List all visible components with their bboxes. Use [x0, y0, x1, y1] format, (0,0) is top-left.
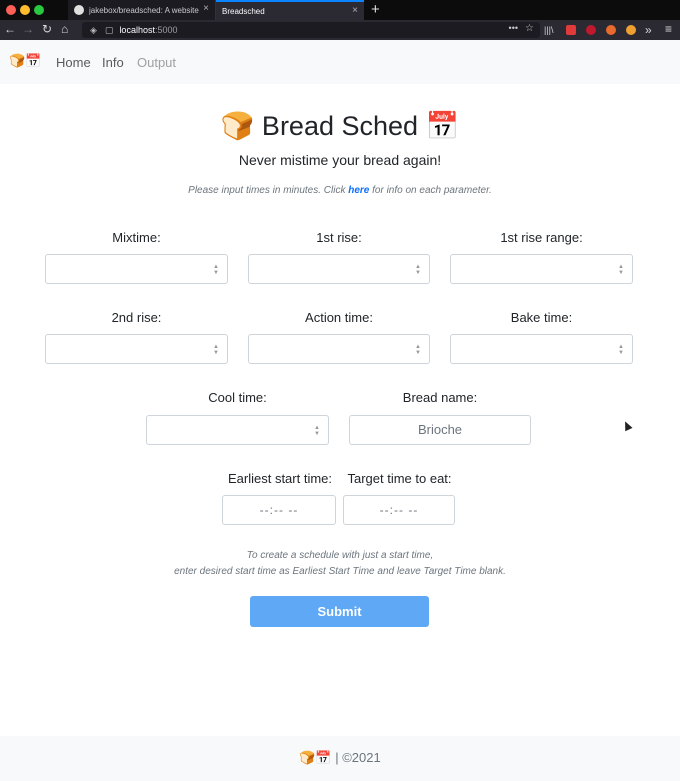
page-subtitle: Never mistime your bread again! — [238, 152, 442, 168]
spinner-icon[interactable]: ▲ ▼ — [618, 344, 624, 356]
bread-name-label: Bread name: — [402, 390, 478, 405]
tab-github-label: jakebox/breadsched: A website — [89, 5, 199, 15]
mixtime-label: Mixtime: — [112, 230, 161, 245]
first-rise-range-label: 1st rise range: — [500, 230, 583, 245]
hamburger-menu-icon[interactable]: ≡ — [665, 22, 672, 36]
target-time-label: Target time to eat: — [347, 471, 452, 486]
page-actions-icon[interactable]: ••• — [509, 23, 518, 33]
browser-toolbar: ← → ↻ ⌂ ◈ ▢ localhost:5000 ••• ☆ |||\ » … — [0, 20, 680, 40]
close-icon[interactable]: × — [352, 5, 358, 16]
instructions-pre: Please input times in minutes. Click — [188, 185, 349, 196]
shield-icon: ◈ — [90, 24, 97, 35]
site-footer: 🍞📅 | ©2021 — [0, 736, 680, 781]
info-link[interactable]: here — [348, 185, 369, 196]
window-close-dot[interactable] — [6, 5, 16, 15]
earliest-start-label: Earliest start time: — [227, 471, 333, 486]
spinner-icon[interactable]: ▲ ▼ — [415, 264, 421, 276]
library-icon[interactable]: |||\ — [544, 25, 554, 35]
window-maximize-dot[interactable] — [34, 5, 44, 15]
page-title: 🍞 Bread Sched 📅 — [220, 111, 460, 141]
mouse-cursor-icon — [621, 419, 633, 432]
new-tab-button[interactable]: + — [371, 1, 380, 18]
spinner-icon[interactable]: ▲ ▼ — [213, 344, 219, 356]
nav-link-home[interactable]: Home — [56, 55, 91, 70]
ublock-icon[interactable] — [586, 25, 596, 35]
first-rise-input[interactable]: ▲ ▼ — [248, 254, 430, 284]
schedule-note-line2: enter desired start time as Earliest Sta… — [174, 566, 506, 577]
github-icon — [74, 5, 84, 15]
action-time-label: Action time: — [305, 310, 373, 325]
site-navbar: 🍞📅 Home Info Output — [0, 40, 680, 84]
action-time-input[interactable]: ▲ ▼ — [248, 334, 430, 364]
cool-time-label: Cool time: — [208, 390, 267, 405]
earliest-start-input[interactable]: --:-- -- — [222, 495, 336, 525]
spinner-icon[interactable]: ▲ ▼ — [213, 264, 219, 276]
bake-time-input[interactable]: ▲ ▼ — [450, 334, 633, 364]
cool-time-input[interactable]: ▲ ▼ — [146, 415, 329, 445]
url-port: :5000 — [154, 25, 178, 35]
url-host: localhost — [119, 25, 155, 35]
target-time-input[interactable]: --:-- -- — [343, 495, 455, 525]
target-time-value: --:-- -- — [379, 503, 419, 517]
home-icon[interactable]: ⌂ — [61, 22, 68, 36]
back-icon[interactable]: ← — [4, 22, 16, 36]
spinner-icon[interactable]: ▲ ▼ — [314, 425, 320, 437]
extension-icon[interactable] — [626, 25, 636, 35]
spinner-icon[interactable]: ▲ ▼ — [618, 264, 624, 276]
first-rise-label: 1st rise: — [316, 230, 362, 245]
tab-github[interactable]: jakebox/breadsched: A website × — [68, 0, 216, 20]
earliest-start-value: --:-- -- — [259, 503, 299, 517]
schedule-note-line1: To create a schedule with just a start t… — [246, 550, 434, 561]
close-icon[interactable]: × — [203, 3, 209, 14]
window-minimize-dot[interactable] — [20, 5, 30, 15]
submit-button[interactable]: Submit — [250, 596, 429, 627]
forward-icon[interactable]: → — [22, 22, 34, 36]
bookmark-star-icon[interactable]: ☆ — [525, 23, 534, 34]
site-logo[interactable]: 🍞📅 — [9, 53, 41, 69]
second-rise-label: 2nd rise: — [111, 310, 162, 325]
extension-icon[interactable] — [566, 25, 576, 35]
url-bar[interactable]: ◈ ▢ localhost:5000 ••• ☆ — [82, 22, 540, 38]
extension-icon[interactable] — [606, 25, 616, 35]
nav-link-info[interactable]: Info — [102, 55, 124, 70]
bread-name-input[interactable]: Brioche — [349, 415, 531, 445]
page-icon: ▢ — [104, 24, 114, 35]
browser-tab-bar: jakebox/breadsched: A website × Breadsch… — [0, 0, 680, 20]
bake-time-label: Bake time: — [510, 310, 573, 325]
tab-breadsched-label: Breadsched — [222, 6, 265, 16]
nav-link-output: Output — [137, 55, 177, 70]
mixtime-input[interactable]: ▲ ▼ — [45, 254, 228, 284]
instructions: Please input times in minutes. Click her… — [0, 185, 680, 196]
tab-breadsched[interactable]: Breadsched × — [216, 0, 364, 20]
url-text: localhost:5000 — [119, 25, 177, 35]
spinner-icon[interactable]: ▲ ▼ — [415, 344, 421, 356]
first-rise-range-input[interactable]: ▲ ▼ — [450, 254, 633, 284]
bread-name-value: Brioche — [417, 422, 463, 437]
overflow-icon[interactable]: » — [645, 23, 652, 37]
reload-icon[interactable]: ↻ — [42, 22, 52, 36]
second-rise-input[interactable]: ▲ ▼ — [45, 334, 228, 364]
instructions-post: for info on each parameter. — [369, 185, 492, 196]
footer-text: 🍞📅 | ©2021 — [299, 750, 381, 765]
